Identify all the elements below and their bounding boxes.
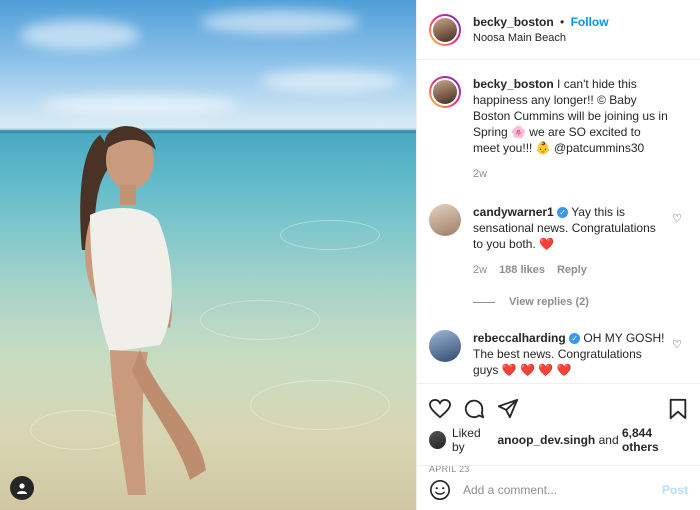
emoji-smile-icon[interactable] [429,479,451,501]
caption-age[interactable]: 2w [473,166,487,182]
comment-likes[interactable]: 188 likes [499,262,545,278]
add-comment-bar: Add a comment... Post [417,465,700,510]
comment-emoji: ❤️ [539,237,555,251]
comment-bubble-icon[interactable] [463,398,485,420]
comment-emoji: ❤️ ❤️ ❤️ ❤️ [501,363,572,377]
separator-dot: • [560,15,565,29]
post-actions: Liked by anoop_dev.singh and 6,844 other… [417,383,700,510]
share-send-icon[interactable] [497,398,519,420]
post-location[interactable]: Noosa Main Beach [473,32,609,44]
caption: becky_boston I can't hide this happiness… [429,76,688,182]
post-photo[interactable] [0,0,416,510]
liked-by-user[interactable]: anoop_dev.singh [497,433,595,447]
like-heart-icon[interactable] [429,399,451,419]
liker-avatar[interactable] [429,431,446,449]
post-sidebar: becky_boston • Follow Noosa Main Beach b… [416,0,700,510]
verified-badge-icon: ✓ [557,207,569,219]
author-username[interactable]: becky_boston [473,15,554,29]
caption-username[interactable]: becky_boston [473,77,554,91]
comment-username[interactable]: candywarner1 [473,205,554,219]
comment-age[interactable]: 2w [473,262,487,278]
view-replies-button[interactable]: View replies (2) [473,296,688,308]
caption-avatar[interactable] [429,76,461,108]
liked-by-prefix: Liked by [451,426,481,454]
comment-item: rebeccalharding ✓ OH MY GOSH! The best n… [429,330,688,378]
liked-by-and: and [598,433,619,447]
view-replies-label: View replies (2) [509,296,589,308]
comments-list[interactable]: becky_boston I can't hide this happiness… [417,60,700,383]
liked-by-line: Liked by anoop_dev.singh and 6,844 other… [417,426,700,454]
comment-like-heart-icon[interactable]: ♡ [672,338,682,351]
post-comment-button[interactable]: Post [662,483,688,497]
comment-like-heart-icon[interactable]: ♡ [672,212,682,225]
tagged-users-button[interactable] [10,476,34,500]
commenter-avatar[interactable] [429,204,461,236]
commenter-avatar[interactable] [429,330,461,362]
comment-username[interactable]: rebeccalharding [473,331,566,345]
follow-button[interactable]: Follow [571,15,609,29]
user-icon [17,483,27,494]
bookmark-icon[interactable] [668,398,688,420]
author-avatar[interactable] [429,13,461,46]
comment-item: candywarner1 ✓ Yay this is sensational n… [429,204,688,278]
post-header: becky_boston • Follow Noosa Main Beach [417,0,700,60]
liked-by-count[interactable]: 6,844 others [622,426,688,454]
person-figure [80,126,206,495]
add-comment-input[interactable]: Add a comment... [463,483,662,497]
verified-badge-icon: ✓ [569,333,581,345]
replies-line [473,301,495,303]
reply-button[interactable]: Reply [557,262,587,278]
